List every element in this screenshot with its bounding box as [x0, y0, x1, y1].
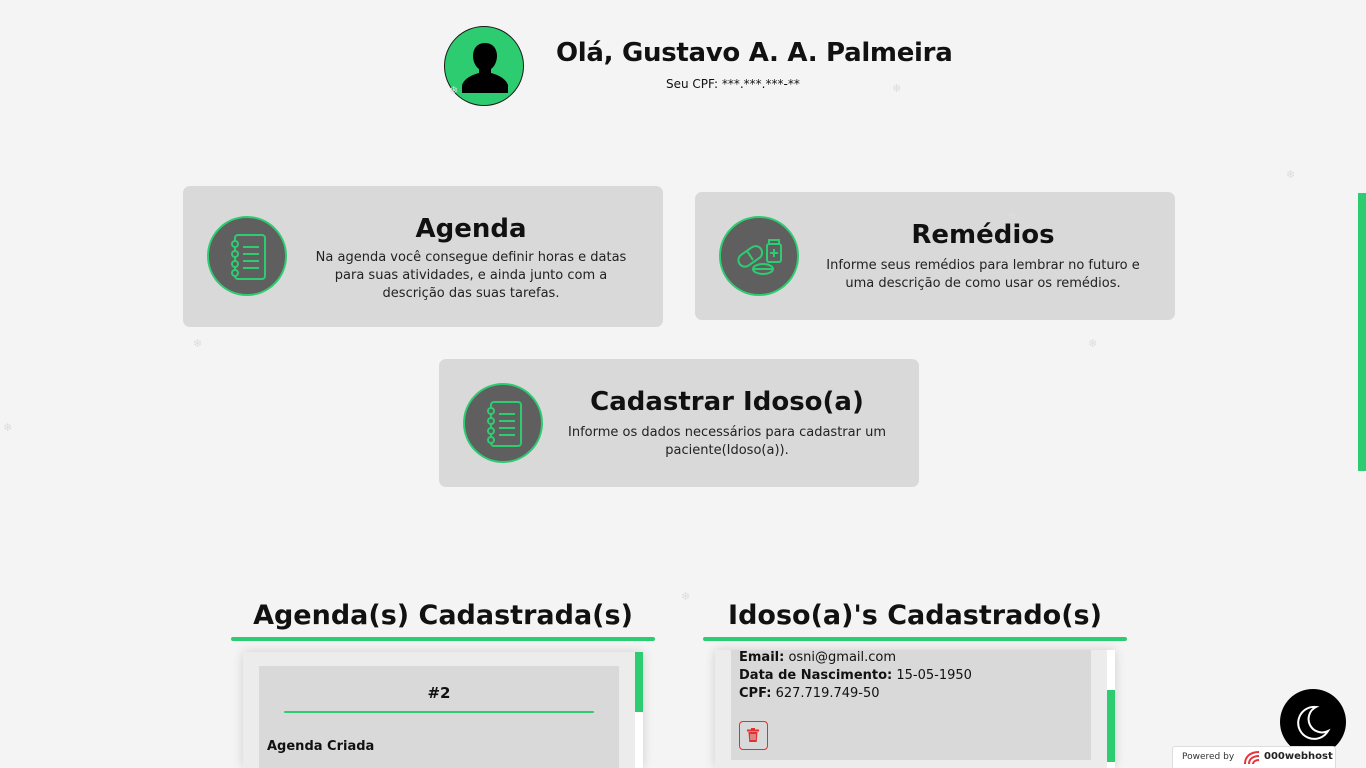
snowflake-icon: ❄ [892, 82, 902, 95]
remedios-card-description: Informe seus remédios para lembrar no fu… [826, 258, 1140, 291]
idosos-scrollbar[interactable] [1107, 650, 1115, 768]
snowflake-icon: ❄ [3, 421, 13, 434]
idoso-cpf-value: 627.719.749-50 [775, 686, 880, 701]
webhost-brand: 000webhost [1264, 751, 1333, 762]
idosos-panel: Email: osni@gmail.com Data de Nascimento… [715, 650, 1115, 768]
pills-icon [737, 239, 782, 275]
remedios-icon-circle [719, 216, 799, 296]
idosos-section-underline [703, 637, 1127, 641]
idoso-birth-value: 15-05-1950 [896, 668, 972, 683]
idoso-email-label: Email: [739, 650, 785, 665]
agenda-label: Agenda Criada [267, 739, 375, 754]
cadastrar-card-title: Cadastrar Idoso(a) [590, 387, 864, 417]
agendas-scroll-thumb[interactable] [635, 652, 643, 712]
powered-by-label: Powered by [1182, 752, 1235, 762]
idoso-email-value: osni@gmail.com [788, 650, 897, 665]
agenda-divider [284, 711, 594, 713]
idoso-cpf-row: CPF: 627.719.749-50 [739, 686, 880, 701]
remedios-card[interactable]: Remédios Informe seus remédios para lemb… [695, 192, 1175, 320]
profile-header: Olá, Gustavo A. A. Palmeira Seu CPF: ***… [444, 26, 953, 106]
agendas-panel: #2 Agenda Criada [243, 652, 643, 768]
idoso-list-item: Email: osni@gmail.com Data de Nascimento… [731, 650, 1091, 760]
snowflake-icon: ❄ [193, 337, 203, 350]
powered-by-badge[interactable]: Powered by 000webhost [1172, 746, 1336, 768]
agenda-card-title: Agenda [415, 214, 527, 244]
cadastrar-icon-circle [463, 383, 543, 463]
cadastrar-card-description: Informe os dados necessários para cadast… [568, 425, 886, 458]
remedios-card-title: Remédios [911, 220, 1055, 250]
user-silhouette-icon [462, 43, 508, 93]
agendas-section-title: Agenda(s) Cadastrada(s) [253, 600, 633, 631]
agenda-number: #2 [427, 684, 451, 702]
idoso-email-row: Email: osni@gmail.com [739, 650, 896, 665]
notebook-icon [487, 401, 522, 447]
idosos-section-title: Idoso(a)'s Cadastrado(s) [728, 600, 1102, 631]
webhost-logo-icon [1244, 751, 1260, 765]
agendas-section-underline [231, 637, 655, 641]
snowflake-icon: ❄ [449, 84, 459, 97]
idoso-birth-label: Data de Nascimento: [739, 668, 893, 683]
agenda-list-item[interactable]: #2 Agenda Criada [259, 666, 619, 768]
agenda-card-description: Na agenda você consegue definir horas e … [315, 250, 627, 301]
trash-icon [747, 728, 759, 742]
user-cpf: Seu CPF: ***.***.***-** [666, 77, 800, 91]
page-scroll-thumb[interactable] [1358, 193, 1366, 471]
idoso-birth-row: Data de Nascimento: 15-05-1950 [739, 668, 972, 683]
snowflake-icon: ❄ [1008, 210, 1018, 223]
moon-icon [1297, 705, 1331, 740]
snowflake-icon: ❄ [1286, 168, 1296, 181]
snowflake-icon: ❄ [1088, 337, 1098, 350]
delete-idoso-button[interactable] [739, 721, 768, 750]
agenda-icon-circle [207, 216, 287, 296]
snowflake-icon: ❄ [681, 590, 691, 603]
agenda-card[interactable]: Agenda Na agenda você consegue definir h… [183, 186, 663, 327]
notebook-icon [231, 234, 266, 280]
idoso-cpf-label: CPF: [739, 686, 772, 701]
idosos-scroll-thumb[interactable] [1107, 690, 1115, 762]
agendas-scrollbar[interactable] [635, 652, 643, 768]
cadastrar-idoso-card[interactable]: Cadastrar Idoso(a) Informe os dados nece… [439, 359, 919, 487]
greeting-title: Olá, Gustavo A. A. Palmeira [556, 38, 953, 68]
